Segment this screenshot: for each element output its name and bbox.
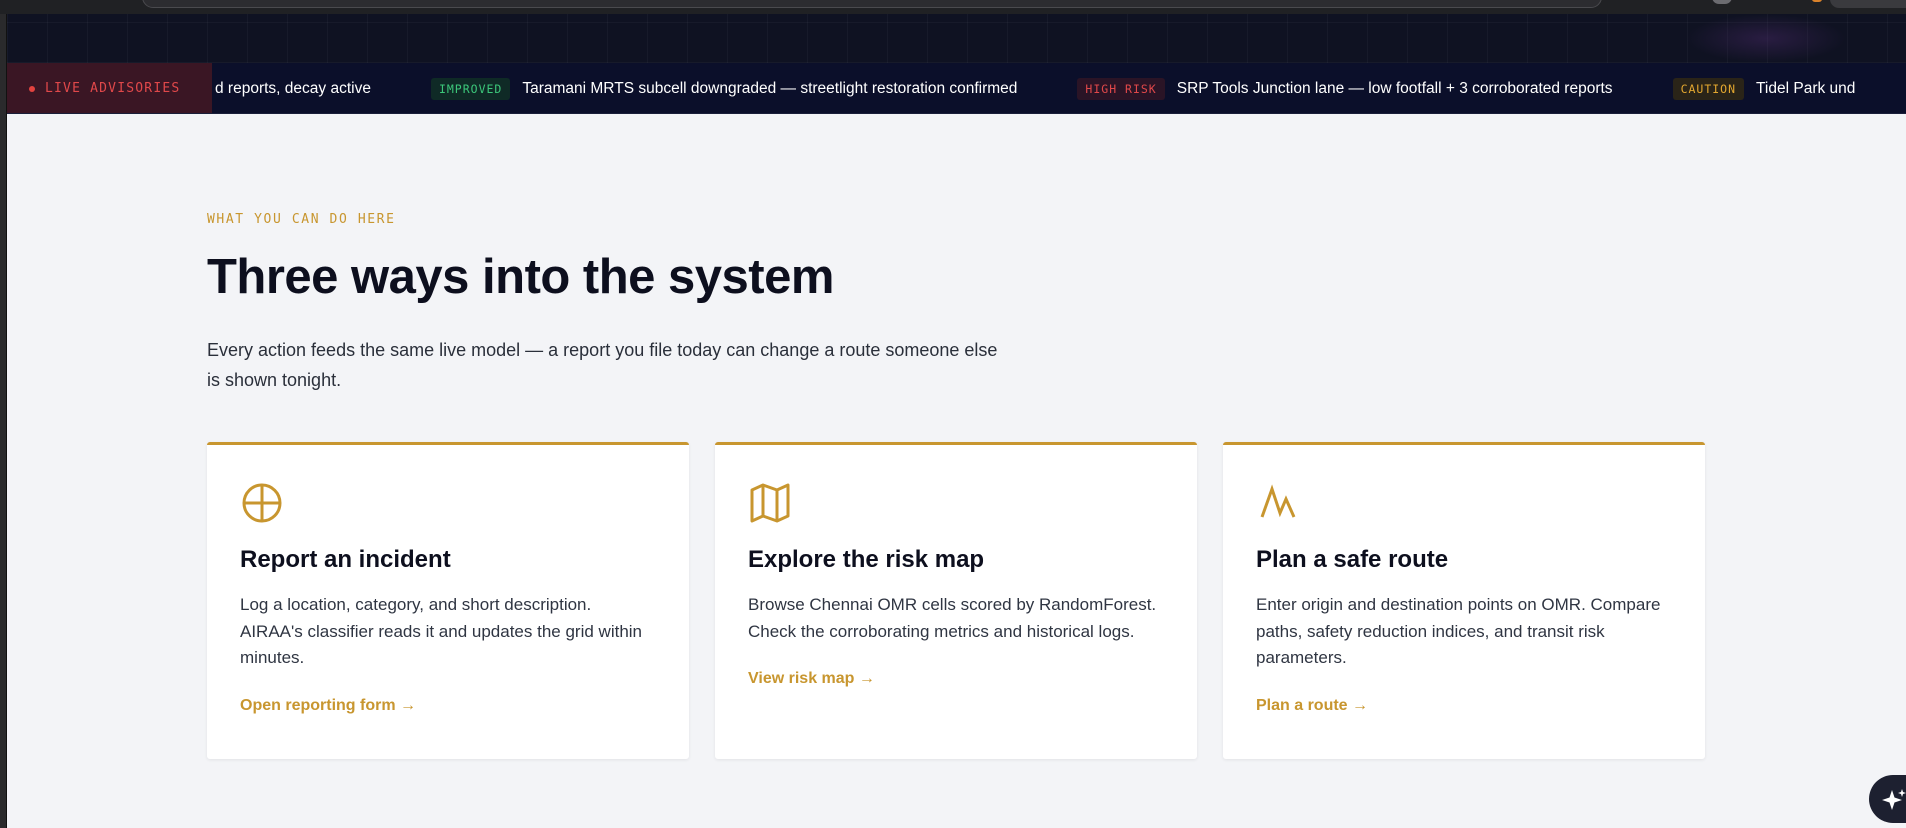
ticker-label-text: LIVE ADVISORIES	[45, 81, 181, 96]
section-lede: Every action feeds the same live model —…	[207, 340, 998, 390]
address-bar[interactable]	[142, 0, 1602, 8]
section-title: Three ways into the system	[207, 250, 834, 304]
ticker-item-text: SRP Tools Junction lane — low footfall +…	[1176, 79, 1613, 97]
card-report-incident: Report an incident Log a location, categ…	[207, 442, 689, 759]
card-title: Report an incident	[240, 546, 451, 573]
ticker-item[interactable]: HIGH RISK SRP Tools Junction lane — low …	[1077, 77, 1613, 100]
route-icon	[1260, 484, 1296, 518]
card-description: Log a location, category, and short desc…	[240, 595, 642, 667]
extension-icon[interactable]	[1812, 0, 1822, 2]
advisory-ticker: LIVE ADVISORIES d reports, decay active …	[7, 63, 1906, 114]
ticker-item[interactable]: CAUTION Tidel Park und	[1672, 77, 1856, 100]
card-explore-map: Explore the risk map Browse Chennai OMR …	[715, 442, 1197, 759]
site-header-strip	[7, 14, 1906, 63]
ticker-track: d reports, decay active IMPROVED Taraman…	[215, 63, 1906, 113]
browser-chrome	[0, 0, 1906, 14]
map-icon	[750, 483, 790, 523]
section-eyebrow: WHAT YOU CAN DO HERE	[207, 212, 396, 227]
status-badge-caution: CAUTION	[1672, 77, 1745, 100]
open-reporting-form-link[interactable]: Open reporting form →	[240, 697, 416, 715]
feature-cards: Report an incident Log a location, categ…	[207, 442, 1705, 759]
ticker-item-text: Taramani MRTS subcell downgraded — stree…	[522, 79, 1018, 97]
sparkle-icon	[1882, 789, 1906, 810]
card-plan-route: Plan a safe route Enter origin and desti…	[1223, 442, 1705, 759]
status-badge-improved: IMPROVED	[430, 77, 511, 100]
card-title: Plan a safe route	[1256, 546, 1449, 573]
view-risk-map-link[interactable]: View risk map →	[748, 670, 875, 688]
live-dot-icon	[29, 85, 35, 92]
status-badge-high-risk: HIGH RISK	[1077, 77, 1165, 100]
header-glow	[1686, 14, 1846, 63]
browser-menu-pill[interactable]	[1830, 0, 1906, 8]
profile-avatar[interactable]	[1712, 0, 1732, 4]
crosshair-icon	[242, 483, 282, 523]
ticker-item[interactable]: IMPROVED Taramani MRTS subcell downgrade…	[430, 77, 1018, 100]
ticker-item[interactable]: d reports, decay active	[215, 80, 371, 98]
card-description: Enter origin and destination points on O…	[1256, 595, 1661, 667]
card-description: Browse Chennai OMR cells scored by Rando…	[748, 595, 1157, 641]
page-viewport: LIVE ADVISORIES d reports, decay active …	[6, 14, 1906, 828]
assistant-fab-button[interactable]	[1869, 775, 1906, 823]
ticker-label: LIVE ADVISORIES	[7, 63, 212, 113]
ticker-item-text: d reports, decay active	[215, 79, 371, 97]
plan-route-link[interactable]: Plan a route →	[1256, 697, 1368, 715]
card-title: Explore the risk map	[748, 546, 985, 573]
ticker-item-text: Tidel Park und	[1756, 79, 1856, 97]
